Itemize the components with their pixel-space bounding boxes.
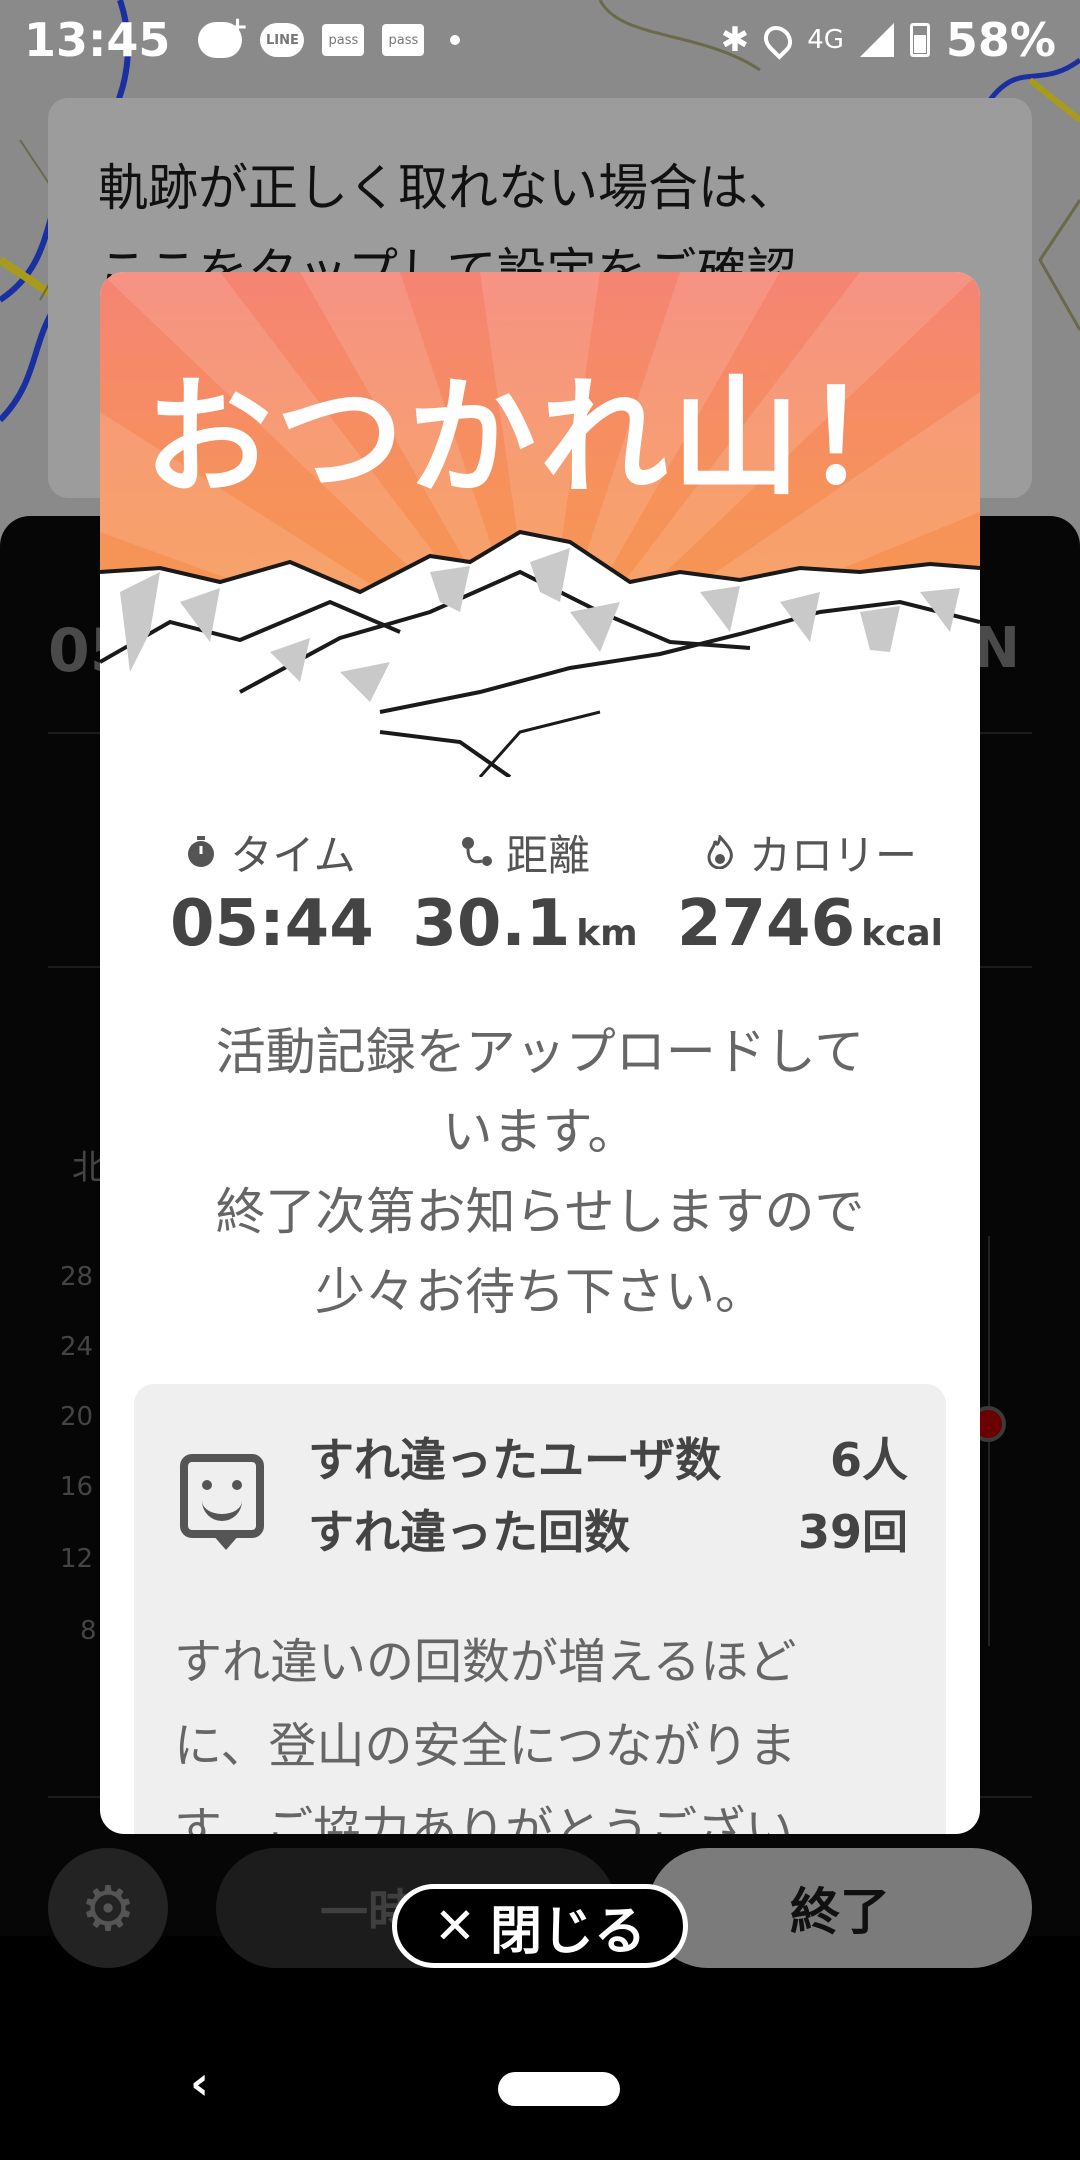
distance-label: 距離 [505,830,590,880]
gear-icon: ⚙ [80,1871,136,1945]
calorie-label: カロリー [748,830,917,880]
notification-icons: LINE pass pass [198,12,461,58]
location-icon [758,20,798,60]
description-line: に、登山の安全につながりま [174,1718,797,1774]
finish-dialog: おつかれ山！ タイム 05:44 距離 30.1 km カロリー 2746 kcal [100,272,980,1834]
time-label: タイム [230,830,356,880]
battery-percent: 58% [945,13,1056,67]
passing-description: すれ違いの回数が増えるほど に、登山の安全につながりま す。ご協力ありがとうござ… [174,1620,916,1834]
signal-icon [859,23,894,57]
pass-icon: pass [322,24,365,56]
settings-button[interactable]: ⚙ [48,1848,168,1968]
hint-line-1: 軌跡が正しく取れない場合は、 [98,159,798,217]
y-tick: 16 [60,1472,94,1502]
dialog-title: おつかれ山！ [143,364,936,513]
time-value: 05:44 [170,887,374,961]
message-line: 少々お待ち下さい。 [315,1263,765,1321]
close-icon: ✕ [434,1897,476,1955]
passing-face-icon-tail [212,1534,240,1550]
passed-users-value: 6人 [829,1433,908,1487]
battery-icon [909,23,930,57]
bluetooth-icon: ✱ [720,20,750,60]
chat-icon [198,12,248,58]
message-line: います。 [442,1103,638,1161]
pass-icon-2: pass [382,24,425,56]
passed-count-row: すれ違った回数 39回 [308,1496,908,1562]
distance-value: 30.1 [412,887,571,961]
stat-time: タイム 05:44 [170,777,374,962]
end-button[interactable]: 終了 [648,1848,1032,1968]
passed-users-row: すれ違ったユーザ数 6人 [308,1424,908,1490]
stat-distance: 距離 30.1 km [400,777,650,962]
status-bar: 13:45 LINE pass pass ✱ 4G 58% [0,0,1080,80]
y-tick: 24 [60,1332,94,1362]
description-line: すれ違いの回数が増えるほど [174,1634,797,1690]
stats-row: タイム 05:44 距離 30.1 km カロリー 2746 kcal [100,777,980,1027]
passing-info-panel: すれ違ったユーザ数 6人 すれ違った回数 39回 すれ違いの回数が増えるほど に… [134,1384,946,1834]
distance-unit: km [576,913,638,954]
calorie-value: 2746 [676,887,856,961]
compass-north: N [973,616,1020,681]
system-icons: ✱ 4G 58% [721,13,1056,67]
calorie-unit: kcal [861,913,944,954]
passed-count-value: 39回 [797,1505,908,1559]
upload-message: 活動記録をアップロードして います。 終了次第お知らせしますので 少々お待ち下さ… [160,1012,920,1332]
stat-calorie: カロリー 2746 kcal [660,777,960,962]
description-line: す。ご協力ありがとうござい [174,1802,794,1834]
flame-icon [707,835,733,869]
line-app-icon: LINE [260,23,305,57]
y-tick: 20 [60,1402,94,1432]
close-button[interactable]: ✕ 閉じる [392,1884,688,1968]
passed-count-label: すれ違った回数 [308,1505,630,1559]
message-line: 終了次第お知らせしますので [215,1183,865,1241]
route-icon [461,837,492,866]
home-pill[interactable] [498,2072,620,2106]
stopwatch-icon [188,836,215,867]
passing-face-icon [180,1454,264,1538]
back-icon[interactable]: ‹ [190,2056,209,2110]
network-type: 4G [807,25,844,55]
y-tick: 8 [80,1616,97,1646]
message-line: 活動記録をアップロードして [215,1023,865,1081]
more-notifications-dot [450,35,461,45]
y-tick: 12 [60,1544,94,1574]
close-label: 閉じる [489,1901,646,1962]
y-tick: 28 [60,1262,94,1292]
passed-users-label: すれ違ったユーザ数 [308,1433,722,1487]
hero-banner: おつかれ山！ [100,272,980,777]
status-time: 13:45 [24,13,171,67]
